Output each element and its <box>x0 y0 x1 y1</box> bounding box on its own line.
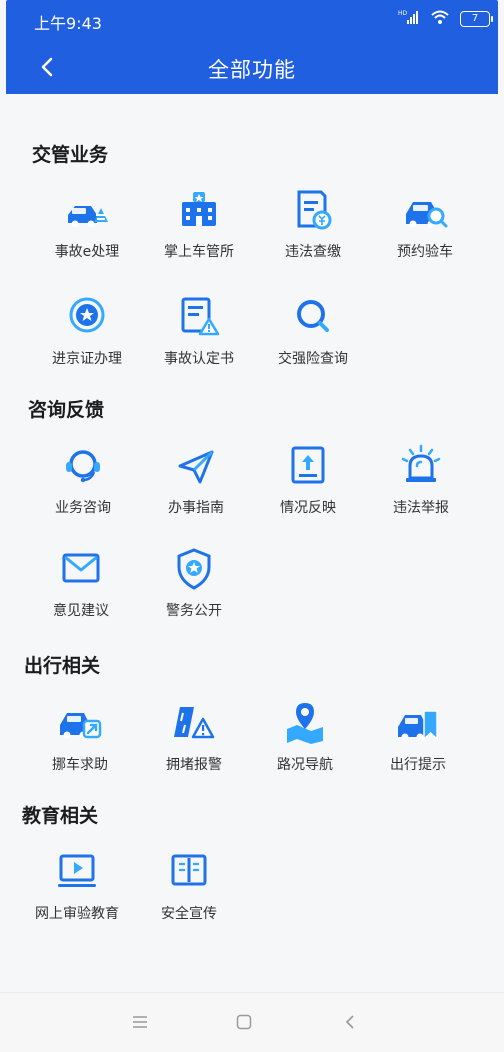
battery-icon: 7 <box>460 11 493 27</box>
mail-icon <box>57 547 105 591</box>
app-header: 上午9:43 HD 7 全部功能 <box>6 0 498 94</box>
vehicle-inspection-icon <box>401 188 449 232</box>
section-title-education: 教育相关 <box>22 805 99 827</box>
safety-book-icon <box>165 850 213 894</box>
beijing-permit-icon <box>63 295 111 339</box>
function-label: 事故e处理 <box>54 244 120 260</box>
function-label: 办事指南 <box>168 500 224 516</box>
function-service-guide[interactable]: 办事指南 <box>138 444 254 540</box>
function-label: 拥堵报警 <box>166 757 222 773</box>
function-online-education[interactable]: 网上审验教育 <box>19 850 135 946</box>
upload-report-icon <box>284 444 332 488</box>
function-accident-report[interactable]: 事故认定书 <box>141 295 257 391</box>
function-label: 警务公开 <box>166 603 222 619</box>
paper-plane-icon <box>172 444 220 488</box>
function-label: 掌上车管所 <box>164 244 234 260</box>
headset-icon <box>59 444 107 488</box>
function-label: 预约验车 <box>397 244 453 260</box>
alarm-light-icon <box>397 444 445 488</box>
function-label: 进京证办理 <box>52 351 122 367</box>
insurance-search-icon <box>289 295 337 339</box>
function-label: 违法举报 <box>393 500 449 516</box>
function-label: 出行提示 <box>390 757 446 773</box>
nav-bar: 全部功能 <box>6 40 498 94</box>
function-label: 意见建议 <box>53 603 109 619</box>
function-beijing-permit[interactable]: 进京证办理 <box>29 295 145 391</box>
function-police-disclosure[interactable]: 警务公开 <box>136 547 252 643</box>
travel-tip-icon <box>394 701 442 745</box>
road-navigation-icon <box>281 701 329 745</box>
page-title: 全部功能 <box>208 58 296 82</box>
menu-icon <box>133 1016 147 1028</box>
function-insurance-search[interactable]: 交强险查询 <box>255 295 371 391</box>
function-road-navigation[interactable]: 路况导航 <box>247 701 363 797</box>
move-car-icon <box>56 701 104 745</box>
function-travel-tip[interactable]: 出行提示 <box>360 701 476 797</box>
section-title-traffic-business: 交管业务 <box>32 144 109 166</box>
function-situation-report[interactable]: 情况反映 <box>250 444 366 540</box>
function-label: 挪车求助 <box>52 757 108 773</box>
function-label: 网上审验教育 <box>35 906 119 922</box>
home-icon <box>236 1014 252 1030</box>
function-congestion-warning[interactable]: 拥堵报警 <box>136 701 252 797</box>
function-suggestions[interactable]: 意见建议 <box>23 547 139 643</box>
accident-handling-icon <box>63 188 111 232</box>
vehicle-office-icon <box>175 188 223 232</box>
status-bar: 上午9:43 HD 7 <box>6 0 498 40</box>
section-title-consult-feedback: 咨询反馈 <box>28 399 105 421</box>
function-business-consulting[interactable]: 业务咨询 <box>25 444 141 540</box>
function-accident-handling[interactable]: 事故e处理 <box>29 188 145 284</box>
section-title-travel: 出行相关 <box>24 655 101 677</box>
function-vehicle-office[interactable]: 掌上车管所 <box>141 188 257 284</box>
menu-button[interactable] <box>127 1009 153 1035</box>
function-violation-reporting[interactable]: 违法举报 <box>363 444 479 540</box>
home-button[interactable] <box>231 1009 257 1035</box>
congestion-warning-icon <box>170 701 218 745</box>
function-label: 路况导航 <box>277 757 333 773</box>
function-violation-payment[interactable]: 违法查缴 <box>255 188 371 284</box>
police-shield-icon <box>170 547 218 591</box>
function-vehicle-inspection[interactable]: 预约验车 <box>367 188 483 284</box>
wifi-icon <box>430 9 450 29</box>
violation-payment-icon <box>289 188 337 232</box>
function-label: 情况反映 <box>280 500 336 516</box>
online-video-icon <box>53 850 101 894</box>
svg-text:HD: HD <box>398 10 408 17</box>
function-label: 违法查缴 <box>285 244 341 260</box>
system-navigation-bar <box>0 992 504 1052</box>
function-label: 事故认定书 <box>164 351 234 367</box>
chevron-left-icon <box>345 1015 354 1029</box>
status-icons: HD 7 <box>398 9 493 29</box>
function-label: 安全宣传 <box>161 906 217 922</box>
function-safety-promotion[interactable]: 安全宣传 <box>131 850 247 946</box>
function-label: 交强险查询 <box>278 351 348 367</box>
signal-icon: HD <box>398 9 420 29</box>
status-time: 上午9:43 <box>34 14 102 33</box>
accident-report-icon <box>175 295 223 339</box>
function-label: 业务咨询 <box>55 500 111 516</box>
system-back-button[interactable] <box>337 1009 363 1035</box>
function-move-car-help[interactable]: 挪车求助 <box>22 701 138 797</box>
